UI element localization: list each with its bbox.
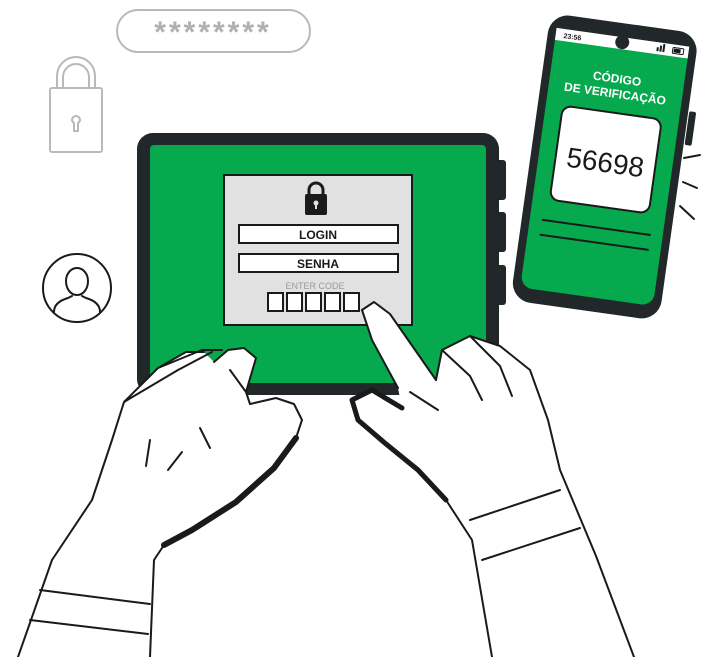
phone: 23:56 CÓDIGO DE VERIFICAÇÃO 56698 xyxy=(512,15,697,319)
code-boxes xyxy=(267,292,360,312)
user-icon xyxy=(42,253,112,323)
code-box[interactable] xyxy=(324,292,341,312)
vibration-lines xyxy=(679,154,701,220)
code-box[interactable] xyxy=(343,292,360,312)
password-mask: ******** xyxy=(154,16,271,49)
right-hand xyxy=(349,301,635,657)
code-box[interactable] xyxy=(286,292,303,312)
password-pill: ******** xyxy=(116,9,311,53)
illustration: ******** LOGIN SENHA ENTER CODE 23:56 CÓ… xyxy=(17,9,701,657)
padlock-icon xyxy=(49,56,103,153)
login-panel: LOGIN SENHA ENTER CODE xyxy=(223,174,413,326)
login-label: LOGIN xyxy=(299,228,337,242)
enter-code-hint: ENTER CODE xyxy=(285,281,344,291)
code-box[interactable] xyxy=(267,292,284,312)
password-label: SENHA xyxy=(297,257,339,271)
code-box[interactable] xyxy=(305,292,322,312)
